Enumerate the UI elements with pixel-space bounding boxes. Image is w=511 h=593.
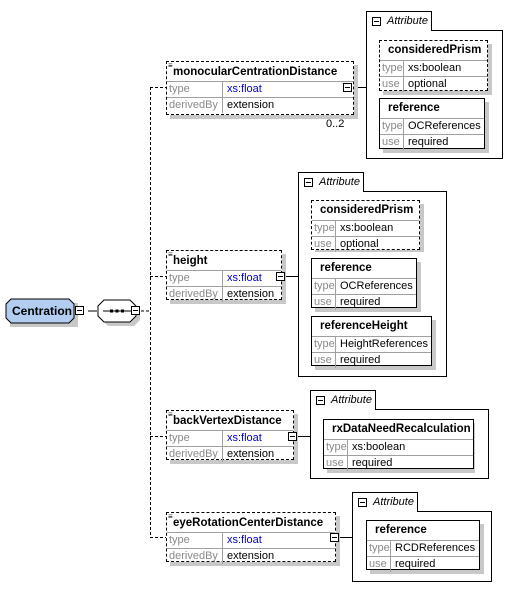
attribute-collapse-toggle[interactable]: [316, 396, 325, 405]
row-value: xs:float: [227, 534, 262, 546]
row-key: type: [167, 82, 223, 97]
element-lines-icon: ≡: [168, 250, 173, 259]
attribute-group-tab[interactable]: Attribute: [298, 172, 364, 192]
row-value: required: [352, 457, 393, 469]
row-key: type: [326, 440, 348, 455]
row-key: type: [314, 221, 336, 236]
attribute-group-label: Attribute: [373, 496, 414, 508]
attribute-name: consideredPrism: [320, 204, 414, 216]
row-key: type: [314, 279, 336, 294]
attribute-reference[interactable]: reference type RCDReferences use required: [366, 520, 480, 572]
row-value: OCReferences: [408, 120, 481, 132]
element-lines-icon: ≡: [168, 410, 173, 419]
row-value: extension: [227, 99, 275, 111]
root-element-name: Centration: [12, 304, 72, 318]
tab-gap: [353, 511, 417, 512]
row-value: OCReferences: [340, 280, 413, 292]
element-backVertexDistance[interactable]: ≡ backVertexDistance type xs:float derived…: [166, 410, 294, 462]
attribute-group-label: Attribute: [387, 15, 428, 27]
multiplicity-label: 0..2: [326, 118, 345, 130]
row-key: type: [167, 431, 223, 446]
row-value: xs:boolean: [340, 222, 394, 234]
attribute-name: consideredPrism: [388, 44, 482, 56]
sequence-icon: [98, 300, 137, 323]
attribute-name: reference: [320, 262, 372, 274]
element-collapse-toggle[interactable]: [343, 83, 352, 92]
tab-gap: [311, 409, 375, 410]
attribute-consideredPrism[interactable]: consideredPrism type xs:boolean use option…: [379, 40, 488, 92]
element-monocularCentrationDistance[interactable]: ≡ monocularCentrationDistance type xs:floa…: [166, 61, 354, 115]
row-key: derivedBy: [167, 287, 223, 302]
row-key: type: [167, 533, 223, 548]
attribute-reference[interactable]: reference type OCReferences use required: [311, 258, 417, 310]
element-lines-icon: ≡: [168, 61, 173, 70]
row-key: use: [367, 557, 391, 572]
row-value: extension: [227, 288, 275, 300]
row-key: type: [382, 61, 404, 76]
row-value: extension: [227, 448, 275, 460]
element-name: eyeRotationCenterDistance: [173, 517, 324, 529]
attribute-name: rxDataNeedRecalculation: [332, 423, 471, 435]
attribute-group-tab[interactable]: Attribute: [366, 11, 432, 31]
row-value: extension: [227, 550, 275, 562]
row-key: type: [382, 119, 404, 134]
row-key: type: [167, 271, 223, 286]
root-collapse-toggle[interactable]: [75, 306, 84, 315]
row-value: RCDReferences: [395, 542, 476, 554]
element-collapse-toggle[interactable]: [288, 432, 297, 441]
element-collapse-toggle[interactable]: [330, 533, 339, 542]
row-value: optional: [340, 238, 379, 250]
element-collapse-toggle[interactable]: [276, 272, 285, 281]
attribute-reference[interactable]: reference type OCReferences use required: [379, 98, 485, 150]
row-value: xs:boolean: [352, 441, 406, 453]
row-key: type: [369, 541, 391, 556]
attribute-collapse-toggle[interactable]: [304, 178, 313, 187]
row-value: required: [340, 296, 381, 308]
row-value: xs:boolean: [408, 62, 462, 74]
row-key: type: [314, 337, 336, 352]
element-name: backVertexDistance: [173, 415, 282, 427]
row-key: derivedBy: [167, 98, 223, 113]
row-value: xs:float: [227, 432, 262, 444]
attribute-name: reference: [375, 524, 427, 536]
element-height[interactable]: ≡ height type xs:float derivedBy extension: [166, 250, 282, 302]
row-value: xs:float: [227, 272, 262, 284]
attribute-group-tab[interactable]: Attribute: [310, 390, 376, 410]
row-value: xs:float: [227, 83, 262, 95]
attribute-group-label: Attribute: [319, 176, 360, 188]
row-key: derivedBy: [167, 447, 223, 462]
row-value: required: [395, 558, 436, 570]
row-value: required: [340, 354, 381, 366]
row-key: derivedBy: [167, 549, 223, 564]
tab-gap: [299, 191, 363, 192]
attribute-name: reference: [388, 102, 440, 114]
row-value: HeightReferences: [340, 338, 429, 350]
attribute-group-label: Attribute: [331, 394, 372, 406]
row-key: use: [312, 295, 336, 310]
row-value: optional: [408, 78, 447, 90]
element-name: height: [173, 255, 208, 267]
tab-gap: [367, 30, 431, 31]
attribute-rxDataNeedRecalculation[interactable]: rxDataNeedRecalculation type xs:boolean u…: [323, 419, 474, 471]
attribute-name: referenceHeight: [320, 320, 408, 332]
attribute-consideredPrism[interactable]: consideredPrism type xs:boolean use option…: [311, 200, 420, 252]
row-key: use: [312, 237, 336, 252]
row-key: use: [312, 353, 336, 368]
element-eyeRotationCenterDistance[interactable]: ≡ eyeRotationCenterDistance type xs:float …: [166, 512, 336, 564]
element-name: monocularCentrationDistance: [173, 66, 338, 78]
row-key: use: [324, 456, 348, 471]
row-key: use: [380, 135, 404, 150]
attribute-collapse-toggle[interactable]: [372, 17, 381, 26]
row-key: use: [380, 77, 404, 92]
attribute-referenceHeight[interactable]: referenceHeight type HeightReferences use…: [311, 316, 432, 368]
attribute-collapse-toggle[interactable]: [358, 498, 367, 507]
element-lines-icon: ≡: [168, 512, 173, 521]
row-value: required: [408, 136, 449, 148]
attribute-group-tab[interactable]: Attribute: [352, 492, 418, 512]
